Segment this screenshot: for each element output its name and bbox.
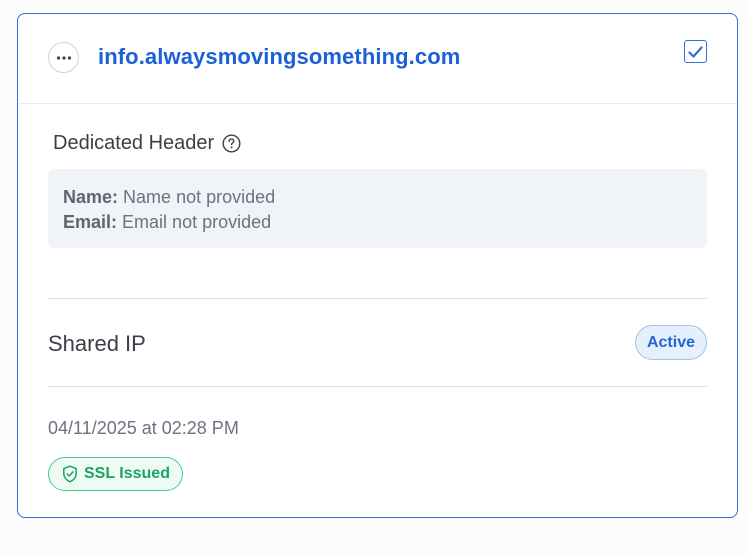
domain-card: info.alwaysmovingsomething.com Dedicated… bbox=[17, 13, 738, 518]
ip-type-label: Shared IP bbox=[48, 331, 146, 356]
shield-check-icon bbox=[62, 465, 78, 483]
divider bbox=[48, 386, 707, 387]
status-badge: Active bbox=[634, 325, 707, 360]
checkmark-icon bbox=[688, 45, 703, 58]
domain-link[interactable]: info.alwaysmovingsomething.com bbox=[98, 44, 460, 70]
more-options-button[interactable] bbox=[48, 42, 79, 73]
question-circle-icon bbox=[222, 134, 241, 153]
help-button[interactable] bbox=[222, 134, 241, 153]
dedicated-header-details: Name: Name not provided Email: Email not… bbox=[48, 169, 707, 248]
email-key: Email: bbox=[63, 212, 118, 232]
name-row: Name: Name not provided bbox=[63, 185, 692, 210]
email-value: Email not provided bbox=[122, 212, 272, 232]
divider bbox=[48, 298, 707, 299]
ssl-status-label: SSL Issued bbox=[84, 465, 170, 482]
name-value: Name not provided bbox=[123, 187, 276, 207]
name-key: Name: bbox=[63, 187, 119, 207]
dedicated-header-label: Dedicated Header bbox=[53, 132, 215, 154]
email-row: Email: Email not provided bbox=[63, 210, 692, 235]
card-header: info.alwaysmovingsomething.com bbox=[18, 14, 737, 104]
select-checkbox[interactable] bbox=[684, 40, 707, 63]
more-horizontal-icon bbox=[56, 55, 71, 60]
ssl-status-badge: SSL Issued bbox=[48, 457, 183, 491]
created-timestamp: 04/11/2025 at 02:28 PM bbox=[48, 418, 239, 438]
dedicated-header-title: Dedicated Header bbox=[53, 132, 241, 155]
